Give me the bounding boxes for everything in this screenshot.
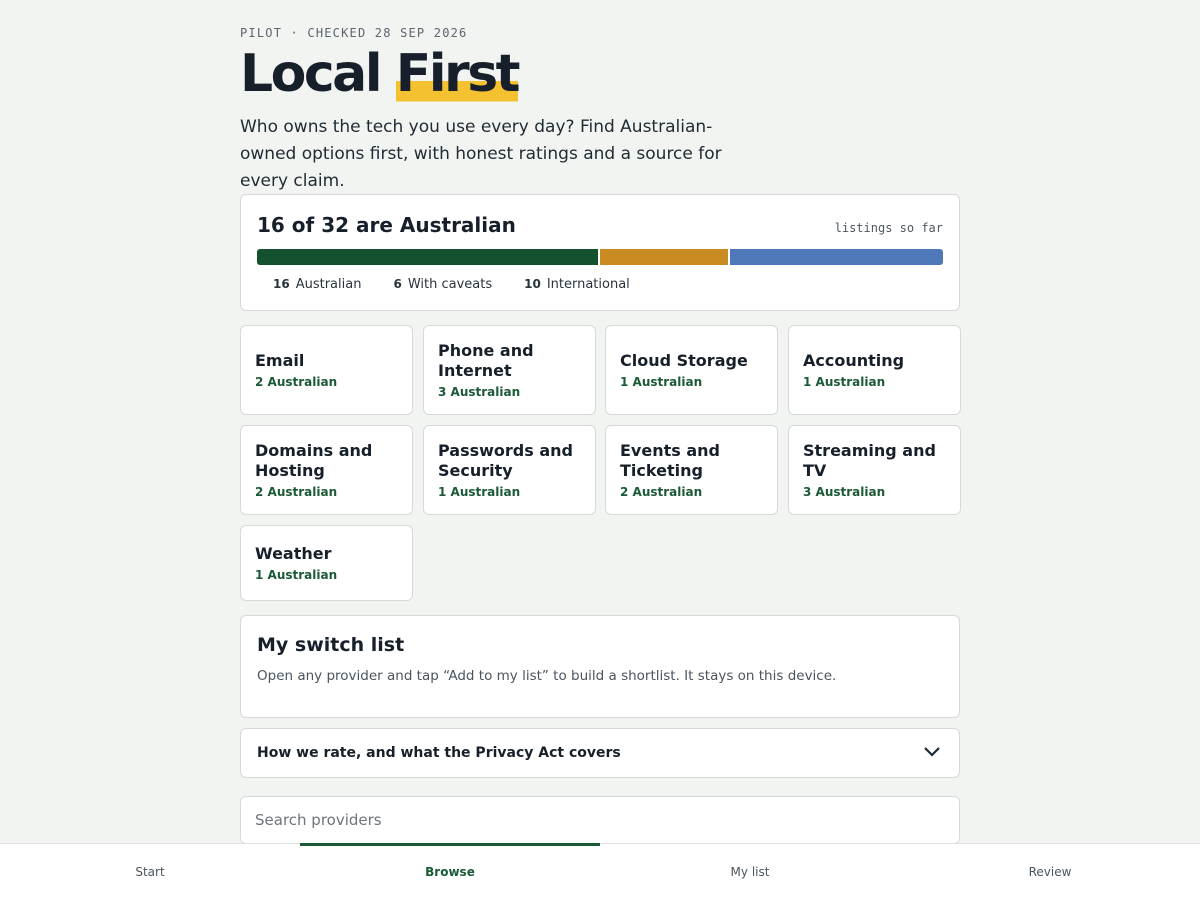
- switch-list-body: Open any provider and tap “Add to my lis…: [257, 668, 837, 684]
- tab-my-list[interactable]: My list: [600, 844, 900, 900]
- bottom-tab-bar: Start Browse My list Review: [0, 843, 1200, 900]
- category-card-accounting[interactable]: Accounting 1 Australian: [788, 325, 961, 415]
- category-count: 3 Australian: [438, 385, 521, 399]
- category-card-cloud-storage[interactable]: Cloud Storage 1 Australian: [605, 325, 778, 415]
- category-count: 1 Australian: [255, 568, 338, 582]
- ownership-summary-card: 16 of 32 are Australian listings so far …: [240, 194, 960, 311]
- disclosure-label: How we rate, and what the Privacy Act co…: [257, 745, 621, 761]
- legend-australian: 16 Australian: [273, 277, 361, 292]
- legend-count: 6: [393, 277, 402, 291]
- category-count: 1 Australian: [803, 375, 886, 389]
- category-card-phone-internet[interactable]: Phone and Internet 3 Australian: [423, 325, 596, 415]
- category-card-email[interactable]: Email 2 Australian: [240, 325, 413, 415]
- category-card-domains-hosting[interactable]: Domains and Hosting 2 Australian: [240, 425, 413, 515]
- legend-count: 16: [273, 277, 290, 291]
- legend-label: With caveats: [407, 277, 493, 292]
- title-highlight: First: [395, 44, 521, 104]
- category-card-streaming-tv[interactable]: Streaming and TV 3 Australian: [788, 425, 961, 515]
- legend-caveats: 6 With caveats: [393, 277, 492, 292]
- status-eyebrow: PILOT · CHECKED 28 SEP 2026: [240, 26, 468, 40]
- chevron-down-icon: [924, 747, 940, 757]
- category-name: Domains and Hosting: [255, 441, 373, 480]
- category-count: 2 Australian: [620, 485, 703, 499]
- ownership-bar: [257, 249, 943, 265]
- category-card-events-ticketing[interactable]: Events and Ticketing 2 Australian: [605, 425, 778, 515]
- category-count: 2 Australian: [255, 375, 338, 389]
- category-name: Cloud Storage: [620, 351, 748, 370]
- category-count: 3 Australian: [803, 485, 886, 499]
- category-count: 1 Australian: [438, 485, 521, 499]
- tab-start[interactable]: Start: [0, 844, 300, 900]
- switch-list-card: My switch list Open any provider and tap…: [240, 615, 960, 718]
- category-count: 1 Australian: [620, 375, 703, 389]
- category-name: Streaming and TV: [803, 441, 936, 480]
- title-plain: Local: [240, 44, 396, 104]
- category-name: Email: [255, 351, 305, 370]
- category-name: Accounting: [803, 351, 905, 370]
- legend-international: 10 International: [524, 277, 630, 292]
- bar-segment-caveats: [600, 249, 728, 265]
- tab-review[interactable]: Review: [900, 844, 1200, 900]
- summary-title: 16 of 32 are Australian: [257, 213, 516, 237]
- search-input[interactable]: [240, 796, 960, 844]
- category-count: 2 Australian: [255, 485, 338, 499]
- category-name: Passwords and Security: [438, 441, 573, 480]
- rating-info-disclosure[interactable]: How we rate, and what the Privacy Act co…: [240, 728, 960, 778]
- category-name: Phone and Internet: [438, 341, 534, 380]
- category-card-weather[interactable]: Weather 1 Australian: [240, 525, 413, 601]
- bar-segment-international: [729, 249, 943, 265]
- ownership-legend: 16 Australian 6 With caveats 10 Internation…: [273, 277, 630, 292]
- category-name: Weather: [255, 544, 332, 563]
- legend-label: Australian: [295, 277, 362, 292]
- switch-list-title: My switch list: [257, 634, 405, 656]
- summary-note: listings so far: [834, 221, 943, 235]
- legend-count: 10: [524, 277, 541, 291]
- category-card-passwords-security[interactable]: Passwords and Security 1 Australian: [423, 425, 596, 515]
- legend-label: International: [546, 277, 630, 292]
- tab-browse[interactable]: Browse: [300, 843, 600, 900]
- category-name: Events and Ticketing: [620, 441, 720, 480]
- intro-text: Who owns the tech you use every day? Fin…: [240, 117, 722, 191]
- bar-segment-australian: [257, 249, 598, 265]
- page-title: Local First: [240, 42, 521, 106]
